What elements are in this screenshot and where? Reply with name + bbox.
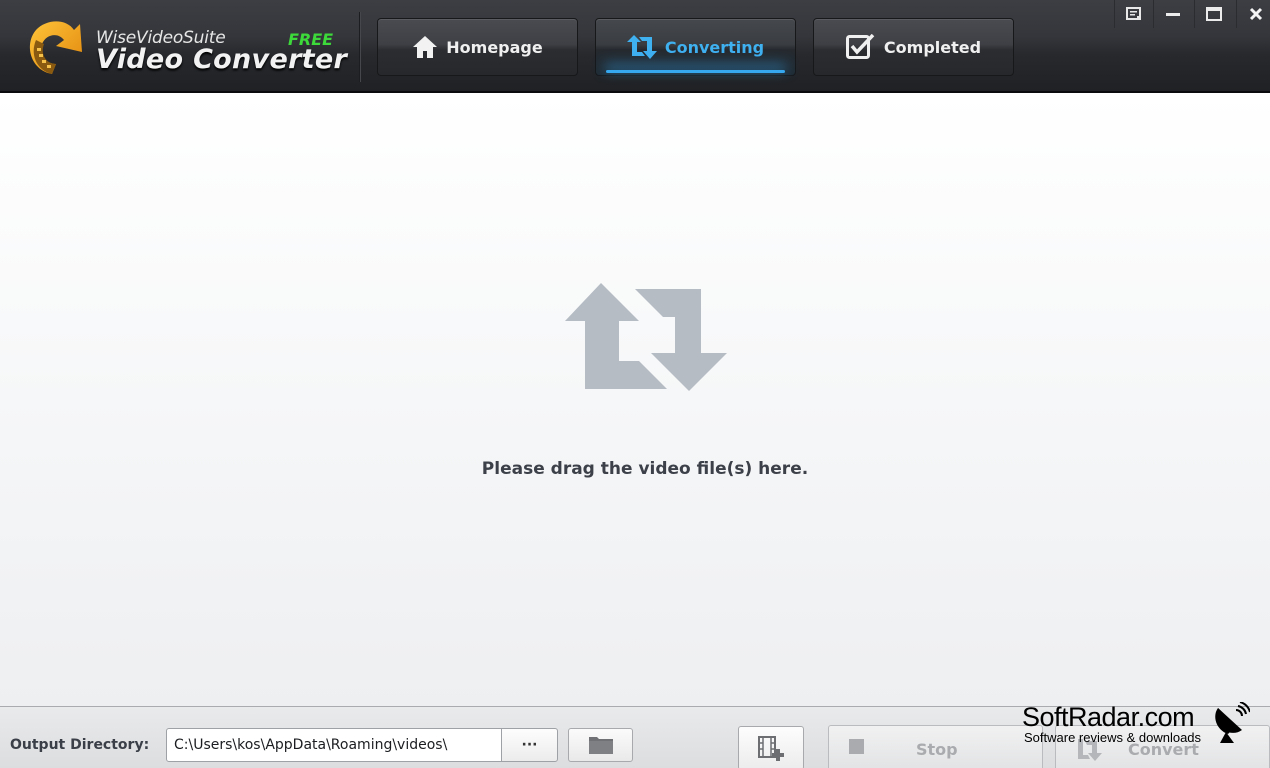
minimize-button[interactable]: [1153, 0, 1191, 28]
bottom-toolbar: Output Directory: ··· Stop Convert: [0, 706, 1270, 768]
stop-label: Stop: [916, 740, 958, 759]
convert-arrows-icon: [626, 35, 657, 59]
folder-icon: [588, 737, 613, 754]
home-icon: [413, 36, 438, 58]
maximize-icon: [1205, 7, 1222, 21]
drop-hint: Please drag the video file(s) here.: [481, 459, 809, 479]
output-directory-label: Output Directory:: [10, 737, 150, 753]
stop-button[interactable]: Stop: [828, 725, 1043, 768]
add-video-icon: [758, 736, 784, 761]
tab-label: Completed: [883, 37, 982, 57]
convert-arrows-icon: [1078, 739, 1102, 761]
browse-button[interactable]: ···: [501, 728, 558, 762]
open-folder-button[interactable]: [568, 728, 633, 762]
close-button[interactable]: [1236, 0, 1270, 28]
feedback-button[interactable]: [1114, 0, 1152, 28]
tab-label: Homepage: [446, 37, 543, 57]
checkbox-icon: [845, 34, 875, 59]
tab-completed[interactable]: Completed: [813, 18, 1014, 76]
feedback-icon: [1125, 7, 1141, 20]
maximize-button[interactable]: [1194, 0, 1232, 28]
tab-converting[interactable]: Converting: [595, 18, 796, 76]
tab-label: Converting: [664, 37, 765, 57]
drop-zone[interactable]: Please drag the video file(s) here.: [0, 93, 1270, 706]
tab-homepage[interactable]: Homepage: [377, 18, 578, 76]
add-video-button[interactable]: [738, 726, 804, 768]
header-divider: [359, 12, 360, 82]
close-icon: [1249, 7, 1262, 21]
output-directory-input[interactable]: [166, 728, 502, 762]
title-bar: WiseVideoSuite FREE Video Converter Home…: [0, 0, 1270, 93]
minimize-icon: [1165, 13, 1180, 16]
app-logo-icon: [29, 21, 82, 75]
convert-button[interactable]: Convert: [1055, 725, 1270, 768]
convert-label: Convert: [1128, 740, 1199, 759]
stop-icon: [849, 739, 864, 754]
convert-arrows-icon: [565, 283, 727, 391]
app-title: Video Converter: [96, 44, 348, 75]
